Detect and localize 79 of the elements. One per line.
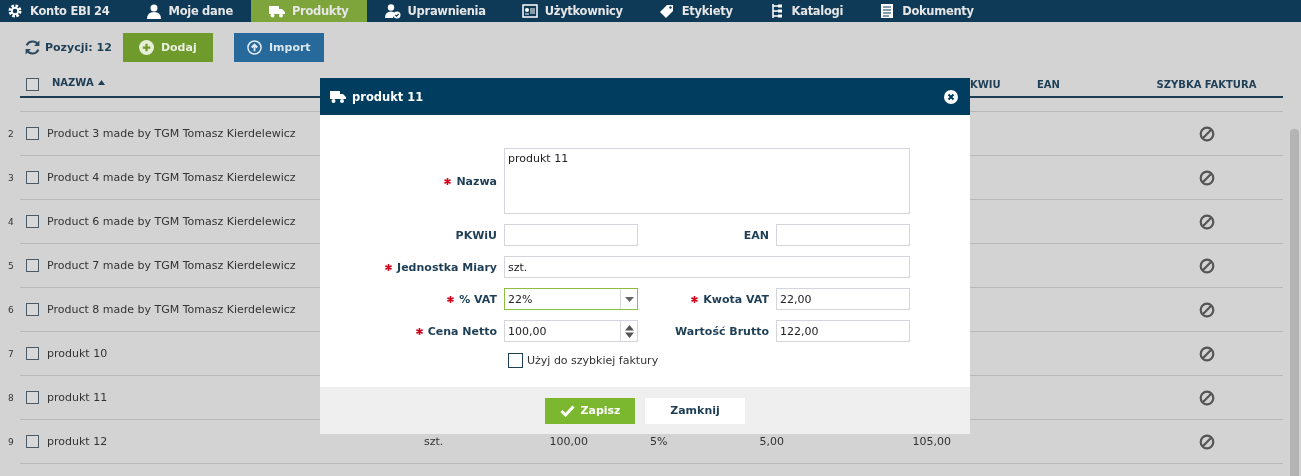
vat-select[interactable]: 22% (504, 288, 638, 310)
field-label: Cena Netto (427, 324, 497, 338)
name-textarea[interactable]: produkt 11 (504, 148, 910, 214)
nav-tab[interactable]: Konto EBI 24 (0, 0, 128, 22)
input-field[interactable]: szt. (504, 256, 910, 278)
field-label: PKWiU (455, 228, 497, 242)
upload-icon (246, 39, 262, 55)
input-field[interactable]: 22,00 (776, 288, 910, 310)
row-checkbox[interactable] (26, 171, 39, 184)
row-number: 8 (7, 392, 15, 405)
row-checkbox[interactable] (26, 347, 39, 360)
product-name: produkt 12 (47, 435, 108, 448)
product-name: Product 7 made by TGM Tomasz Kierdelewicz (47, 259, 296, 272)
table-cell: 5% (650, 435, 668, 448)
product-name: Product 6 made by TGM Tomasz Kierdelewicz (47, 215, 296, 228)
spinner-icon (624, 324, 634, 338)
nav-tab[interactable]: Etykiety (640, 0, 751, 22)
row-checkbox[interactable] (26, 127, 39, 140)
gear-icon (7, 3, 23, 19)
nav-tab[interactable]: Użytkownicy (503, 0, 641, 22)
dialog-title: produkt 11 (352, 89, 425, 104)
nav-tab[interactable]: Moje dane (127, 0, 251, 22)
plus-icon (138, 39, 154, 55)
field-label: % VAT (459, 292, 497, 306)
import-button[interactable]: Import (233, 32, 324, 62)
product-name: Product 4 made by TGM Tomasz Kierdelewicz (47, 171, 296, 184)
row-checkbox[interactable] (26, 303, 39, 316)
field-label: Jednostka Miary (397, 260, 497, 274)
select-all-checkbox[interactable] (26, 77, 39, 91)
dropdown-caret-icon (624, 296, 634, 302)
row-number: 3 (7, 172, 15, 185)
row-number: 6 (7, 304, 15, 317)
product-name: Product 3 made by TGM Tomasz Kierdelewicz (47, 127, 296, 140)
row-checkbox[interactable] (26, 391, 39, 404)
column-header[interactable]: EAN (1037, 78, 1060, 90)
column-header[interactable]: KWIU (970, 78, 1001, 90)
row-checkbox[interactable] (26, 259, 39, 272)
row-number: 4 (7, 216, 15, 229)
nav-tab[interactable]: Dokumenty (861, 0, 992, 22)
row-checkbox[interactable] (26, 435, 39, 448)
person-icon (145, 3, 162, 19)
tag-icon (658, 3, 675, 19)
row-number: 7 (7, 348, 15, 361)
field-label: Wartość Brutto (675, 324, 769, 338)
row-number: 9 (7, 436, 15, 449)
field-label: Nazwa (456, 174, 497, 188)
input-field[interactable] (504, 224, 638, 246)
quick-invoice-checkbox[interactable] (508, 353, 523, 368)
table-cell: 5,00 (759, 435, 784, 448)
truck-icon (268, 3, 285, 19)
table-cell: 105,00 (912, 435, 951, 448)
scroll-bar[interactable] (1290, 129, 1299, 476)
table-cell: szt. (424, 435, 444, 448)
input-field[interactable]: 122,00 (776, 320, 910, 342)
product-name: Product 8 made by TGM Tomasz Kierdelewicz (47, 303, 296, 316)
nav-tab[interactable]: Uprawnienia (366, 0, 504, 22)
refresh-icon[interactable] (24, 38, 41, 56)
truck-icon (330, 89, 346, 104)
person-check-icon (384, 3, 401, 19)
input-field[interactable] (776, 224, 910, 246)
id-card-icon (521, 3, 538, 19)
product-name: produkt 11 (47, 391, 108, 404)
table-cell: 100,00 (549, 435, 588, 448)
checkmark-icon (559, 404, 575, 417)
row-checkbox[interactable] (26, 215, 39, 228)
item-count: Pozycji: 12 (45, 40, 112, 54)
checkbox-label: Użyj do szybkiej faktury (527, 354, 659, 367)
field-label: Kwota VAT (703, 292, 769, 306)
field-label: EAN (743, 228, 769, 242)
row-number: 2 (7, 128, 15, 141)
document-icon (879, 3, 896, 19)
product-name: produkt 10 (47, 347, 108, 360)
number-field[interactable]: 100,00 (504, 320, 638, 342)
column-header[interactable]: NAZWA (52, 77, 94, 88)
close-button[interactable]: Zamknij (645, 397, 745, 424)
close-icon[interactable] (944, 89, 958, 104)
nav-tab[interactable]: Katalogi (750, 0, 862, 22)
column-header[interactable]: SZYBKA FAKTURA (1156, 78, 1257, 90)
row-number: 5 (7, 260, 15, 273)
